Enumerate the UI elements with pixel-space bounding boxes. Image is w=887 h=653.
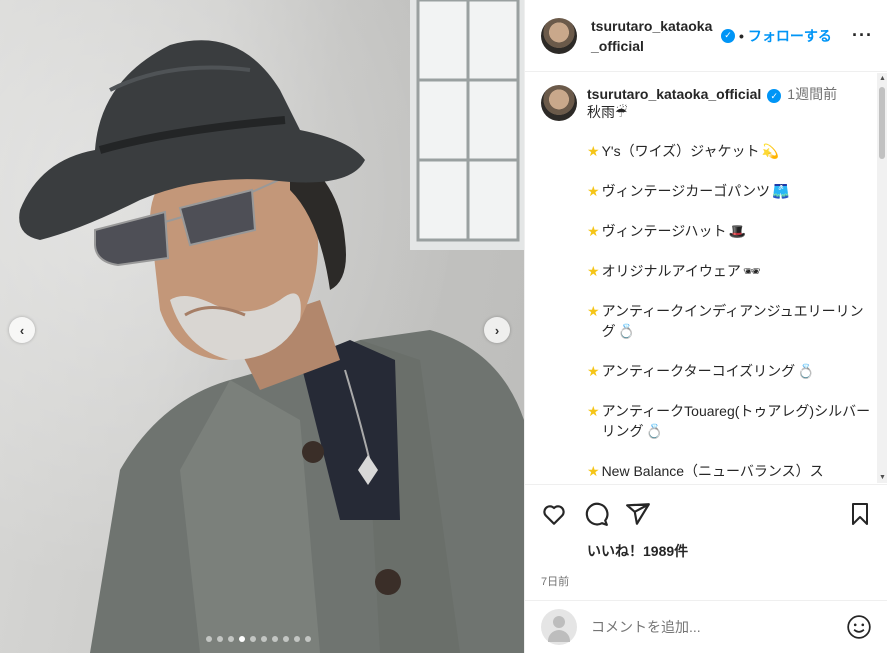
carousel-dot (261, 636, 267, 642)
caption-first-line: 秋雨☔ (587, 104, 628, 120)
comment-input[interactable] (591, 619, 846, 635)
caption-item: ★ ヴィンテージカーゴパンツ 🩳 (587, 181, 877, 201)
scrollbar-thumb[interactable] (879, 87, 885, 159)
caption-item: ★ ヴィンテージハット 🎩 (587, 221, 877, 241)
caption-item: ★ Y's（ワイズ）ジャケット 💫 (587, 141, 877, 161)
carousel-dot (250, 636, 256, 642)
comment-bar (525, 600, 887, 653)
scroll-down-icon[interactable]: ▼ (879, 474, 886, 481)
caption-item: ★ アンティークターコイズリング 💍 (587, 361, 877, 381)
carousel-dot (239, 636, 245, 642)
caption-item: ★ アンティークインディアンジュエリーリング 💍 (587, 301, 877, 341)
carousel-dot (206, 636, 212, 642)
caption-header: tsurutaro_kataoka_official ✓ 1週間前 秋雨☔ ★ Y's… (541, 85, 878, 481)
caption-item-text: アンティークインディアンジュエリーリング (601, 303, 864, 339)
caption-username[interactable]: tsurutaro_kataoka_official (587, 86, 761, 102)
caption-body: tsurutaro_kataoka_official ✓ 1週間前 秋雨☔ ★ Y's… (587, 85, 877, 481)
verified-icon: ✓ (721, 28, 735, 43)
caption-item: ★ New Balance（ニューバランス）ス (587, 461, 877, 481)
caption-time[interactable]: 1週間前 (787, 86, 837, 102)
caption-area[interactable]: tsurutaro_kataoka_official ✓ 1週間前 秋雨☔ ★ Y's… (525, 73, 878, 483)
bookmark-icon[interactable] (848, 501, 872, 527)
caption-item-text: New Balance（ニューバランス）ス (601, 463, 824, 479)
star-icon: ★ (587, 463, 600, 479)
star-icon: ★ (587, 263, 600, 279)
likes-count[interactable]: いいね！1989件 (587, 541, 872, 561)
caption-item-text: ヴィンテージハット (601, 223, 727, 239)
star-icon: ★ (587, 303, 600, 319)
star-icon: ★ (587, 403, 600, 419)
caption-item-emoji: 💍 (645, 423, 663, 439)
carousel-dots (206, 636, 311, 642)
star-icon: ★ (587, 363, 600, 379)
carousel-dot (228, 636, 234, 642)
star-icon: ★ (587, 223, 600, 239)
caption-item-emoji: 🕶 (742, 263, 761, 279)
post-date[interactable]: 7日前 (541, 573, 872, 589)
header-username[interactable]: tsurutaro_kataoka_official (591, 16, 715, 56)
comment-icon[interactable] (583, 501, 609, 527)
heart-icon[interactable] (541, 501, 567, 527)
caption-item: ★ オリジナルアイウェア 🕶 (587, 261, 877, 281)
emoji-icon[interactable] (846, 614, 872, 640)
star-icon: ★ (587, 143, 600, 159)
caption-item-text: アンティークTouareg(トゥアレグ)シルバーリング (601, 403, 871, 439)
carousel-dot (217, 636, 223, 642)
caption-item-emoji: 💍 (797, 363, 815, 379)
caption-item: ★ アンティークTouareg(トゥアレグ)シルバーリング 💍 (587, 401, 877, 441)
caption-items: ★ Y's（ワイズ）ジャケット 💫 ★ ヴィンテージカーゴパンツ 🩳 ★ ヴィンテージハット 🎩… (587, 141, 877, 481)
caption-item-text: Y's（ワイズ）ジャケット (601, 143, 760, 159)
carousel-prev-button[interactable]: ‹ (9, 317, 35, 343)
post-photo[interactable]: ‹ › (0, 0, 524, 653)
caption-item-emoji: 🩳 (771, 183, 790, 199)
carousel-next-button[interactable]: › (484, 317, 510, 343)
caption-item-emoji: 💫 (761, 143, 779, 159)
carousel-dot (294, 636, 300, 642)
header-separator: • (739, 27, 744, 44)
caption-item-emoji: 🎩 (728, 223, 746, 239)
post-header: tsurutaro_kataoka_official ✓ • フォローする ··… (525, 0, 887, 72)
caption-item-emoji: 💍 (617, 323, 635, 339)
caption-scrollbar[interactable]: ▲ ▼ (877, 73, 887, 483)
photo-illustration (19, 0, 524, 653)
caption-item-text: オリジナルアイウェア (601, 263, 741, 279)
verified-icon: ✓ (767, 89, 782, 103)
star-icon: ★ (587, 183, 600, 199)
share-icon[interactable] (625, 501, 651, 527)
carousel-dot (272, 636, 278, 642)
more-options-icon[interactable]: ··· (852, 25, 873, 46)
caption-item-text: ヴィンテージカーゴパンツ (601, 183, 770, 199)
caption-avatar[interactable] (541, 85, 577, 121)
carousel-dot (305, 636, 311, 642)
scroll-up-icon[interactable]: ▲ (879, 75, 886, 82)
action-bar: いいね！1989件 7日前 (525, 484, 887, 589)
follow-button[interactable]: フォローする (748, 26, 832, 46)
avatar[interactable] (541, 17, 577, 54)
post-panel: tsurutaro_kataoka_official ✓ • フォローする ··… (524, 0, 887, 653)
carousel-dot (283, 636, 289, 642)
user-avatar (541, 609, 577, 645)
caption-item-text: アンティークターコイズリング (601, 363, 796, 379)
